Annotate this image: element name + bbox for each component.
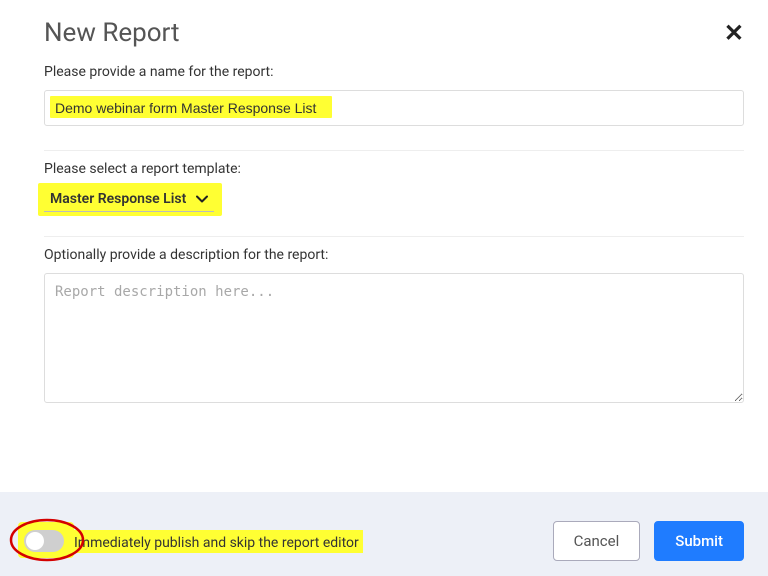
template-section: Please select a report template: Master …	[0, 151, 768, 222]
template-select-wrap: Master Response List	[44, 187, 214, 212]
cancel-button[interactable]: Cancel	[553, 521, 641, 561]
description-section: Optionally provide a description for the…	[0, 237, 768, 417]
toggle-label-wrap: Immediately publish and skip the report …	[74, 532, 359, 551]
template-select[interactable]: Master Response List	[44, 187, 214, 212]
modal-title: New Report	[44, 18, 180, 48]
description-textarea[interactable]	[44, 273, 744, 403]
report-name-section: Please provide a name for the report:	[0, 54, 768, 136]
template-selected-value: Master Response List	[50, 191, 186, 207]
modal-footer: Immediately publish and skip the report …	[0, 492, 768, 576]
report-name-field-wrap	[44, 90, 744, 126]
toggle-knob	[26, 532, 44, 550]
publish-toggle[interactable]	[24, 530, 64, 552]
chevron-down-icon	[196, 193, 208, 205]
new-report-modal: New Report ✕ Please provide a name for t…	[0, 0, 768, 576]
publish-toggle-area: Immediately publish and skip the report …	[24, 530, 359, 552]
close-icon[interactable]: ✕	[724, 21, 744, 45]
report-name-label: Please provide a name for the report:	[44, 64, 744, 80]
submit-button[interactable]: Submit	[654, 521, 744, 561]
report-name-input[interactable]	[44, 90, 744, 126]
template-label: Please select a report template:	[44, 161, 744, 177]
publish-toggle-label: Immediately publish and skip the report …	[74, 535, 359, 551]
description-label: Optionally provide a description for the…	[44, 247, 744, 263]
modal-header: New Report ✕	[0, 0, 768, 54]
footer-buttons: Cancel Submit	[553, 521, 744, 561]
